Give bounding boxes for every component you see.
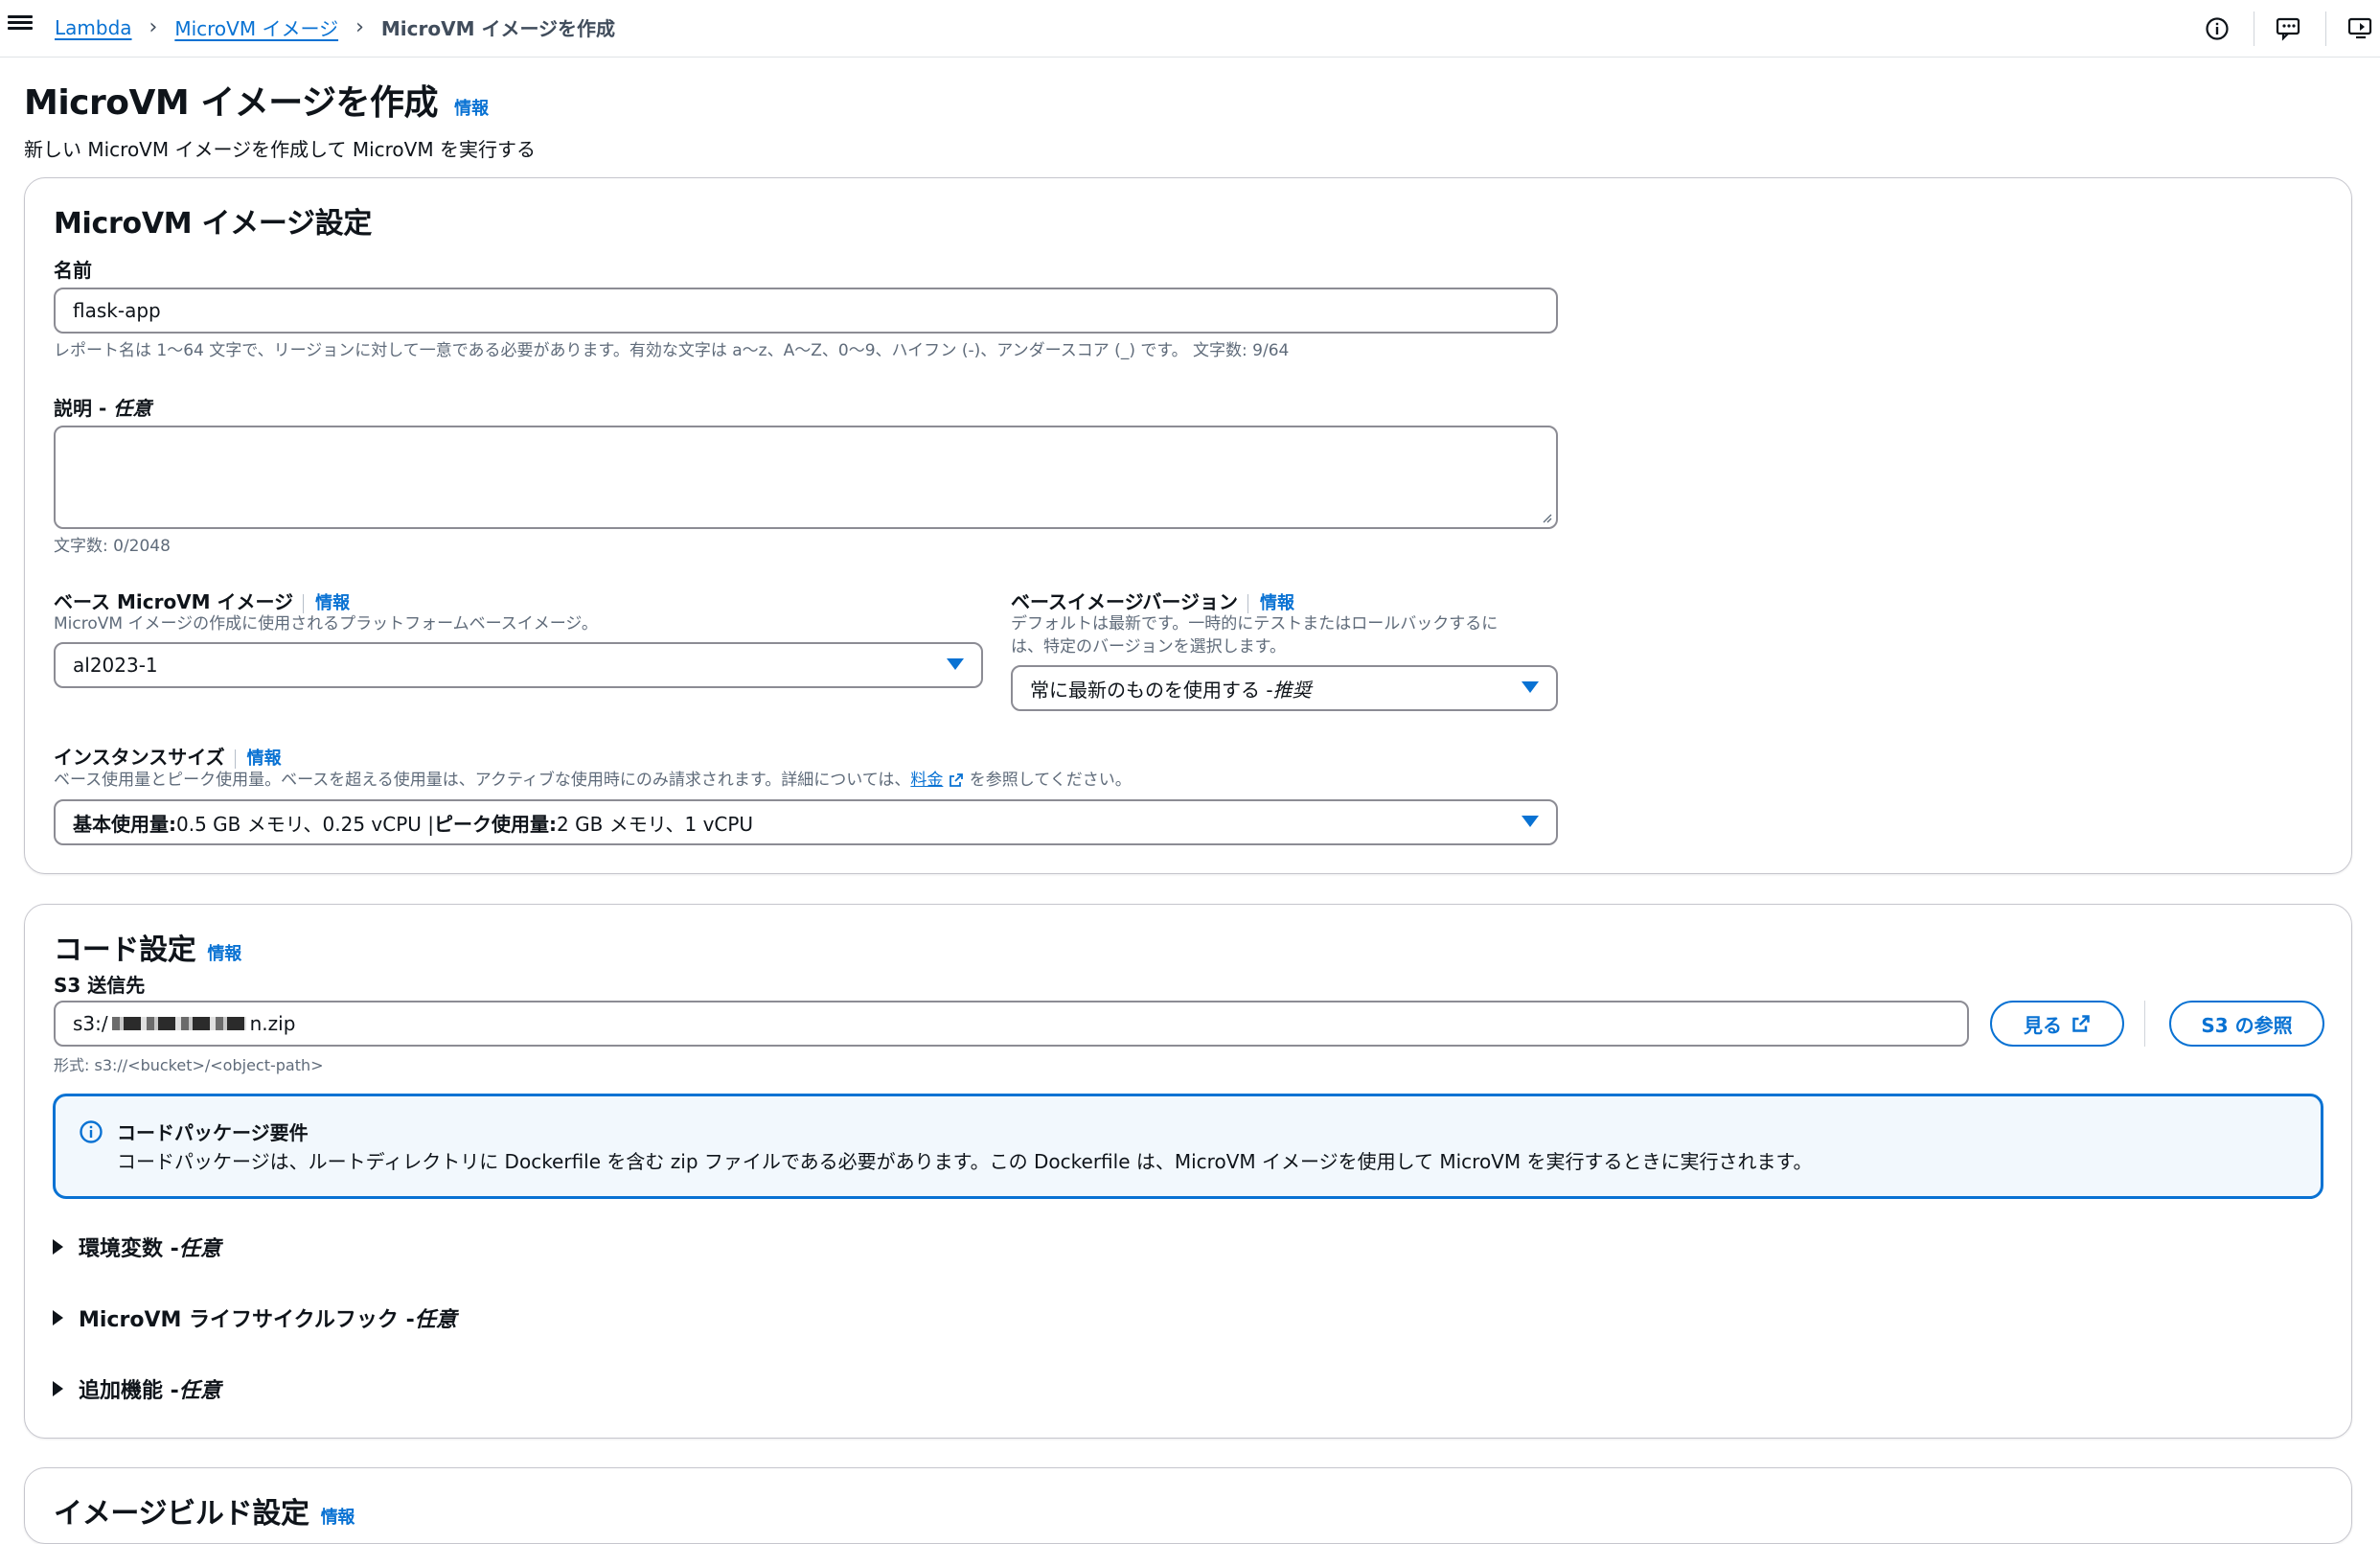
base-image-desc: MicroVM イメージの作成に使用されるプラットフォームベースイメージ。 xyxy=(54,614,598,634)
base-image-select[interactable]: al2023-1 xyxy=(54,642,983,688)
base-usage-label: 基本使用量: xyxy=(73,812,176,836)
alert-title: コードパッケージ要件 xyxy=(117,1121,309,1144)
instance-size-info-link[interactable]: 情報 xyxy=(234,749,282,769)
expand-triangle-icon xyxy=(53,1381,63,1396)
external-link-icon xyxy=(950,773,964,787)
build-settings-title-text: イメージビルド設定 xyxy=(54,1497,309,1531)
base-version-tag: 推奨 xyxy=(1272,678,1312,702)
base-image-label-text: ベース MicroVM イメージ xyxy=(54,590,294,613)
description-label-text: 説明 - xyxy=(54,397,114,420)
breadcrumb-lambda[interactable]: Lambda xyxy=(55,16,132,39)
base-version-select[interactable]: 常に最新のものを使用する - 推奨 xyxy=(1011,665,1558,711)
build-settings-title: イメージビルド設定 情報 xyxy=(54,1489,355,1532)
env-vars-optional: 任意 xyxy=(178,1237,221,1261)
lifecycle-hooks-label: MicroVM ライフサイクルフック - xyxy=(79,1308,415,1332)
s3-destination-label: S3 送信先 xyxy=(54,974,146,997)
s3-value-suffix: n.zip xyxy=(249,1012,296,1035)
s3-value-prefix: s3:/ xyxy=(73,1012,108,1035)
instance-size-label-text: インスタンスサイズ xyxy=(54,746,225,769)
code-settings-title-text: コード設定 xyxy=(54,933,196,967)
env-vars-label: 環境変数 - xyxy=(79,1237,179,1261)
expand-triangle-icon xyxy=(53,1310,63,1325)
base-image-value: al2023-1 xyxy=(73,654,158,677)
s3-destination-input[interactable]: s3:/ n.zip xyxy=(54,1001,1969,1047)
info-circle-icon[interactable] xyxy=(2198,10,2236,48)
image-settings-title: MicroVM イメージ設定 xyxy=(54,207,373,241)
base-image-info-link[interactable]: 情報 xyxy=(303,594,350,613)
instance-size-desc-suffix: を参照してください。 xyxy=(964,771,1132,790)
code-package-requirements-alert: コードパッケージ要件 コードパッケージは、ルートディレクトリに Dockerfi… xyxy=(53,1094,2323,1199)
description-label: 説明 - 任意 xyxy=(54,393,151,421)
base-version-info-link[interactable]: 情報 xyxy=(1247,594,1294,613)
view-button-label: 見る xyxy=(2024,1013,2062,1037)
s3-format-hint: 形式: s3://<bucket>/<object-path> xyxy=(54,1056,324,1074)
external-link-icon xyxy=(2072,1015,2090,1032)
image-settings-container: MicroVM イメージ設定 名前 flask-app レポート名は 1〜64 … xyxy=(24,177,2352,874)
top-icons xyxy=(2183,10,2380,48)
additional-features-label: 追加機能 - xyxy=(79,1379,179,1403)
lifecycle-hooks-optional: 任意 xyxy=(414,1308,457,1332)
chevron-right-icon: › xyxy=(149,15,158,39)
name-label: 名前 xyxy=(54,259,92,282)
description-optional: 任意 xyxy=(113,397,152,420)
peak-usage-label: ピーク使用量: xyxy=(434,812,558,836)
chevron-right-icon: › xyxy=(355,15,364,39)
instance-size-desc-text: ベース使用量とピーク使用量。ベースを超える使用量は、アクティブな使用時にのみ請求… xyxy=(54,771,911,790)
base-version-label-text: ベースイメージバージョン xyxy=(1011,590,1238,613)
name-hint: レポート名は 1〜64 文字で、リージョンに対して一意である必要があります。有効… xyxy=(54,341,1290,360)
description-count: 文字数: 0/2048 xyxy=(54,537,171,556)
feedback-icon[interactable] xyxy=(2270,10,2308,48)
base-usage-value: 0.5 GB メモリ、0.25 vCPU | xyxy=(176,812,435,836)
top-bar: Lambda › MicroVM イメージ › MicroVM イメージを作成 xyxy=(0,0,2380,58)
code-settings-title: コード設定 情報 xyxy=(54,926,241,968)
build-settings-container: イメージビルド設定 情報 xyxy=(24,1467,2352,1544)
lifecycle-hooks-expander[interactable]: MicroVM ライフサイクルフック - 任意 xyxy=(53,1302,457,1333)
divider xyxy=(2325,12,2326,46)
divider xyxy=(2144,1001,2145,1047)
redacted-path xyxy=(111,1017,246,1030)
base-version-desc-1: デフォルトは最新です。一時的にテストまたはロールバックするに xyxy=(1011,614,1499,634)
page-subtitle: 新しい MicroVM イメージを作成して MicroVM を実行する xyxy=(24,138,536,161)
additional-features-optional: 任意 xyxy=(178,1379,221,1403)
instance-size-select[interactable]: 基本使用量: 0.5 GB メモリ、0.25 vCPU | ピーク使用量: 2 … xyxy=(54,799,1558,845)
page-title: MicroVM イメージを作成 xyxy=(24,83,439,123)
name-input[interactable]: flask-app xyxy=(54,288,1558,334)
menu-icon[interactable] xyxy=(8,13,33,38)
breadcrumb-microvm-images[interactable]: MicroVM イメージ xyxy=(174,13,338,41)
peak-usage-value: 2 GB メモリ、1 vCPU xyxy=(557,812,754,836)
instance-size-desc: ベース使用量とピーク使用量。ベースを超える使用量は、アクティブな使用時にのみ請求… xyxy=(54,769,1132,792)
page-header: MicroVM イメージを作成 情報 新しい MicroVM イメージを作成して… xyxy=(24,75,536,162)
header-info-link[interactable]: 情報 xyxy=(454,99,489,119)
view-button[interactable]: 見る xyxy=(1990,1001,2124,1047)
dropdown-caret-icon xyxy=(1522,816,1539,827)
name-input-value: flask-app xyxy=(73,299,161,322)
base-version-desc-2: は、特定のバージョンを選択します。 xyxy=(1011,637,1286,657)
browse-s3-button[interactable]: S3 の参照 xyxy=(2169,1001,2324,1047)
resize-grip-icon[interactable] xyxy=(1541,512,1552,523)
info-circle-icon xyxy=(80,1120,103,1143)
additional-features-expander[interactable]: 追加機能 - 任意 xyxy=(53,1373,221,1404)
dropdown-caret-icon xyxy=(1522,681,1539,693)
base-image-label: ベース MicroVM イメージ 情報 xyxy=(54,587,350,614)
pricing-link[interactable]: 料金 xyxy=(910,771,943,790)
breadcrumb: Lambda › MicroVM イメージ › MicroVM イメージを作成 xyxy=(55,13,615,41)
base-version-label: ベースイメージバージョン 情報 xyxy=(1011,587,1294,614)
expand-triangle-icon xyxy=(53,1239,63,1255)
tutorial-icon[interactable] xyxy=(2342,10,2380,48)
description-textarea[interactable] xyxy=(54,426,1558,529)
base-version-value: 常に最新のものを使用する - xyxy=(1030,678,1273,702)
breadcrumb-current: MicroVM イメージを作成 xyxy=(380,17,616,40)
build-settings-info-link[interactable]: 情報 xyxy=(321,1508,355,1528)
env-vars-expander[interactable]: 環境変数 - 任意 xyxy=(53,1232,221,1262)
dropdown-caret-icon xyxy=(947,658,964,670)
instance-size-label: インスタンスサイズ 情報 xyxy=(54,742,282,770)
code-settings-info-link[interactable]: 情報 xyxy=(208,944,242,964)
alert-body: コードパッケージは、ルートディレクトリに Dockerfile を含む zip … xyxy=(117,1150,1813,1173)
